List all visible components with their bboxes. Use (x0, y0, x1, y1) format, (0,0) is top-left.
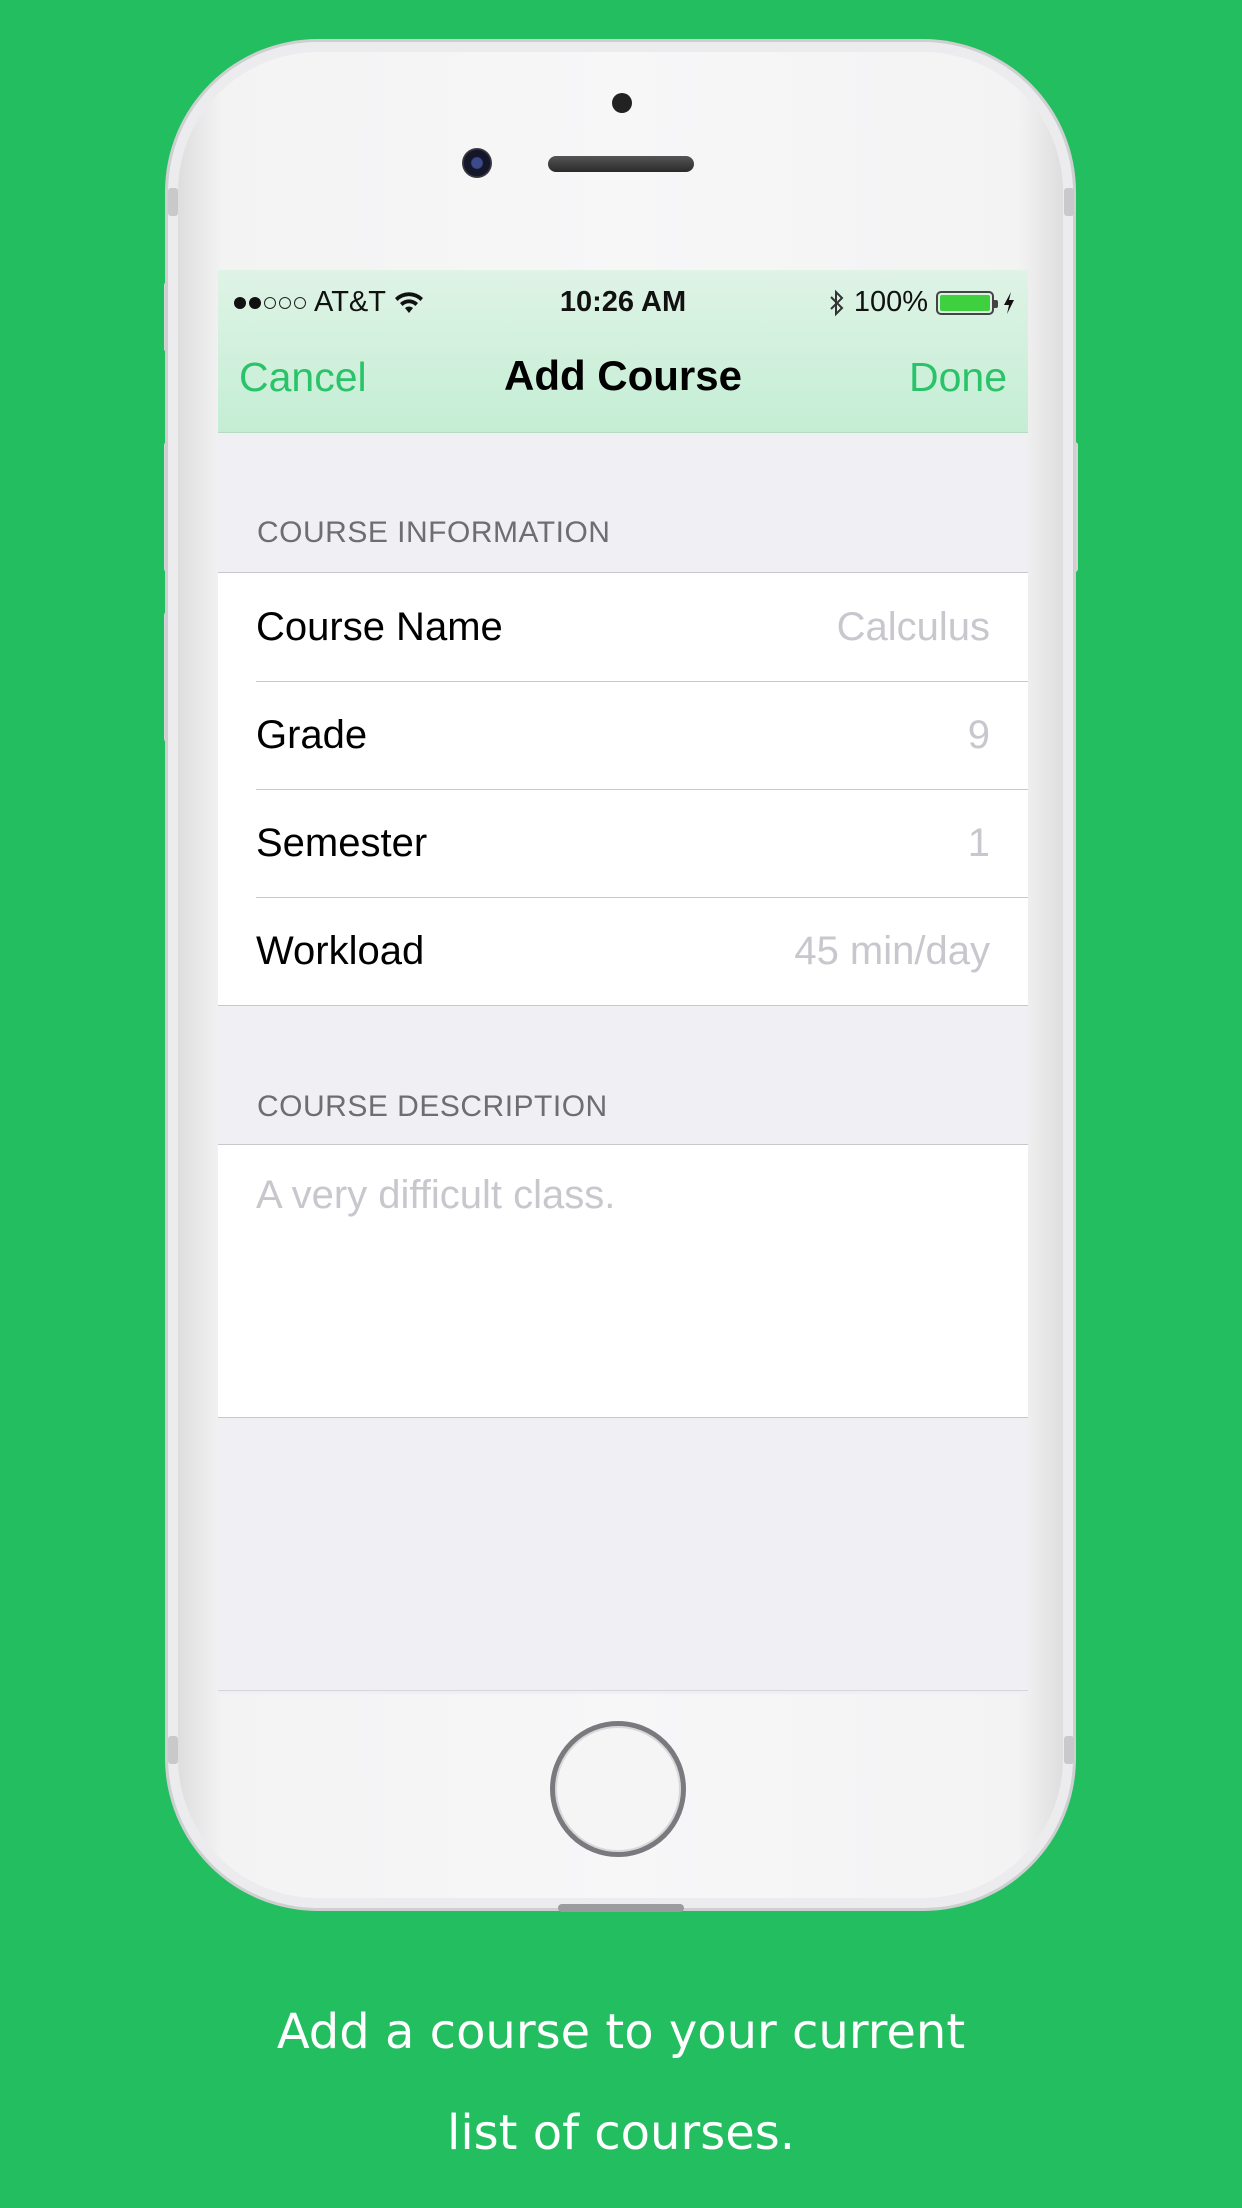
home-button (550, 1721, 686, 1857)
workload-row[interactable]: Workload 45 min/day (218, 897, 1028, 1005)
navigation-bar: AT&T 10:26 AM 100% Cancel Add Course Don… (218, 270, 1028, 433)
antenna-band (168, 188, 178, 216)
charging-icon (1004, 291, 1014, 314)
semester-label: Semester (256, 821, 428, 865)
course-name-input[interactable]: Calculus (837, 605, 990, 650)
done-button[interactable]: Done (909, 354, 1007, 401)
antenna-band (168, 1736, 178, 1764)
phone-bottom-edge (558, 1904, 684, 1912)
course-information-group: Course Name Calculus Grade 9 Semester 1 … (218, 572, 1028, 1006)
course-description-textarea[interactable]: A very difficult class. (218, 1144, 1028, 1418)
course-name-label: Course Name (256, 605, 503, 649)
battery-icon (936, 290, 998, 315)
bluetooth-icon (830, 289, 844, 316)
caption-line-2: list of courses. (447, 2105, 795, 2161)
screen-bottom-divider (218, 1690, 1028, 1691)
antenna-band (1064, 1736, 1074, 1764)
course-information-header: COURSE INFORMATION (257, 516, 611, 549)
proximity-sensor (612, 93, 632, 113)
grade-input[interactable]: 9 (968, 713, 990, 758)
earpiece-speaker (548, 156, 694, 172)
grade-row[interactable]: Grade 9 (218, 681, 1028, 789)
status-right: 100% (828, 286, 1016, 319)
caption: Add a course to your current list of cou… (0, 1982, 1242, 2184)
caption-line-1: Add a course to your current (276, 2004, 966, 2060)
phone-screen: AT&T 10:26 AM 100% Cancel Add Course Don… (218, 270, 1028, 1694)
course-description-header: COURSE DESCRIPTION (257, 1090, 608, 1123)
course-description-placeholder: A very difficult class. (256, 1173, 616, 1217)
status-bar: AT&T 10:26 AM 100% (218, 278, 1028, 318)
workload-label: Workload (256, 929, 425, 973)
antenna-band (1064, 188, 1074, 216)
course-name-row[interactable]: Course Name Calculus (218, 573, 1028, 681)
grade-label: Grade (256, 713, 368, 757)
semester-input[interactable]: 1 (968, 821, 990, 866)
semester-row[interactable]: Semester 1 (218, 789, 1028, 897)
workload-input[interactable]: 45 min/day (794, 929, 990, 974)
battery-percentage: 100% (853, 286, 928, 318)
front-camera (462, 148, 492, 178)
page-title: Add Course (503, 352, 742, 399)
